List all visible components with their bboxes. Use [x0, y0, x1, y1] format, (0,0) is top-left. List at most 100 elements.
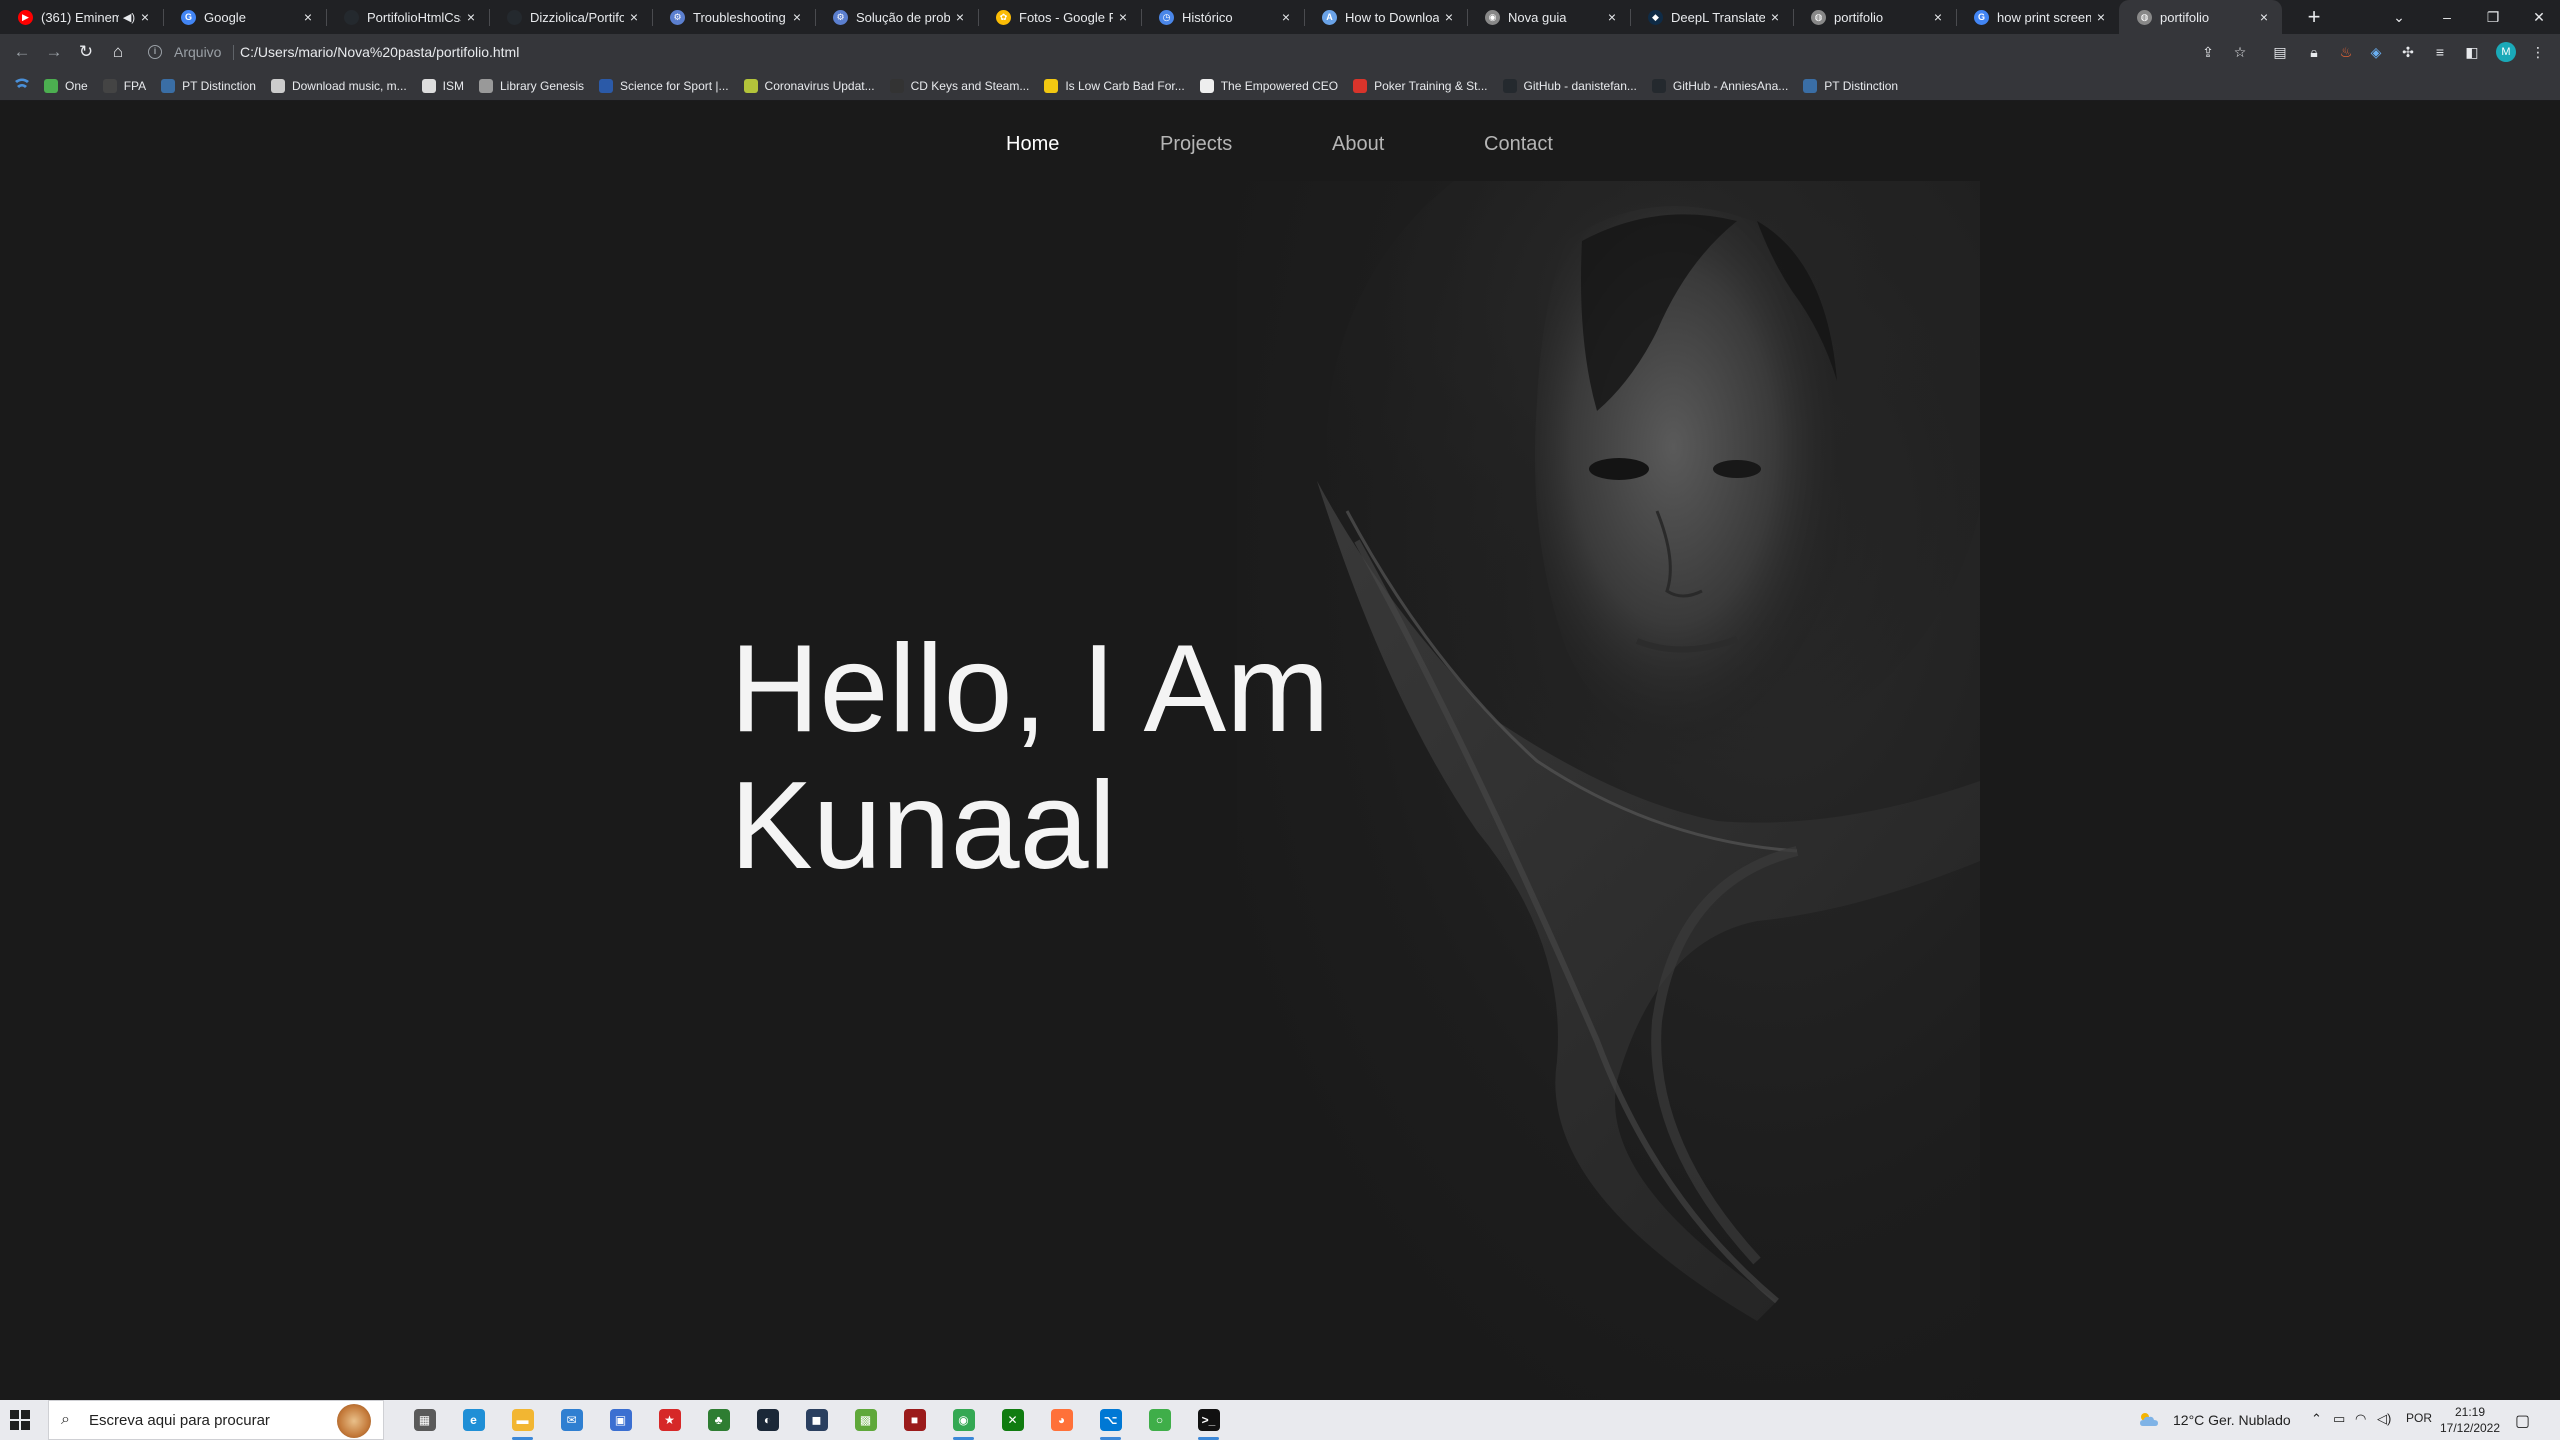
taskbar-app[interactable]: ◼ [792, 1400, 841, 1440]
tab-close-icon[interactable]: × [1767, 9, 1783, 25]
menu-icon[interactable]: ⋮ [2528, 42, 2548, 62]
taskbar-search-box[interactable]: ⌕ Escreva aqui para procurar [48, 1400, 384, 1440]
forward-button[interactable]: → [42, 40, 66, 64]
tab-audio-icon[interactable]: ◀) [123, 11, 135, 24]
browser-tab[interactable]: ◷ Histórico × [1141, 0, 1304, 34]
bookmark-item[interactable]: GitHub - danistefan... [1502, 78, 1637, 93]
taskbar-clock[interactable]: 21:19 17/12/2022 [2438, 1404, 2502, 1436]
tab-close-icon[interactable]: × [300, 9, 316, 25]
browser-tab[interactable]: ◆ DeepL Translate - × [1630, 0, 1793, 34]
browser-tab[interactable]: Dizziolica/Portifolio× [489, 0, 652, 34]
puzzle-icon[interactable]: ✣ [2398, 42, 2418, 62]
taskbar-app[interactable]: ⌥ [1086, 1400, 1135, 1440]
weather-text[interactable]: 12°C Ger. Nublado [2173, 1412, 2291, 1428]
taskbar-app[interactable]: >_ [1184, 1400, 1233, 1440]
flame-extension-icon[interactable]: ♨ [2336, 42, 2356, 62]
browser-tab[interactable]: ◍ portifolio × [1793, 0, 1956, 34]
new-tab-button[interactable]: + [2302, 5, 2326, 29]
apps-icon[interactable] [14, 78, 30, 92]
taskbar-app[interactable]: ★ [645, 1400, 694, 1440]
search-highlight-icon[interactable] [337, 1404, 371, 1438]
bookmark-item[interactable]: Poker Training & St... [1353, 78, 1488, 93]
tab-close-icon[interactable]: × [952, 9, 968, 25]
browser-tab[interactable]: A How to Download × [1304, 0, 1467, 34]
bookmark-item[interactable]: GitHub - AnniesAna... [1651, 78, 1788, 93]
reading-list-icon[interactable]: ≡ [2430, 42, 2450, 62]
notifications-icon[interactable]: ▢ [2515, 1411, 2530, 1431]
bookmark-item[interactable]: Science for Sport |... [599, 78, 729, 93]
tab-close-icon[interactable]: × [1278, 9, 1294, 25]
taskbar-app[interactable]: ▩ [841, 1400, 890, 1440]
browser-tab[interactable]: ◉ Nova guia × [1467, 0, 1630, 34]
home-button[interactable]: ⌂ [106, 40, 130, 64]
browser-tab[interactable]: ⚙ Solução de proble× [815, 0, 978, 34]
nav-projects-link[interactable]: Projects [1160, 133, 1232, 156]
network-icon[interactable]: ▭ [2333, 1411, 2345, 1427]
tab-close-icon[interactable]: × [2256, 9, 2272, 25]
bookmark-item[interactable]: One [44, 78, 88, 93]
share-icon[interactable]: ⇪ [2198, 42, 2218, 62]
profile-avatar[interactable]: M [2496, 42, 2516, 62]
browser-tab[interactable]: PortifolioHtmlCss/× [326, 0, 489, 34]
site-info-icon[interactable]: i [148, 45, 162, 59]
vpn-extension-icon[interactable]: ◈ [2366, 42, 2386, 62]
taskbar-app[interactable]: ✉ [547, 1400, 596, 1440]
weather-cloud-icon[interactable] [2138, 1410, 2160, 1428]
bookmark-item[interactable]: Library Genesis [479, 78, 584, 93]
side-panel-icon[interactable]: ◧ [2462, 42, 2482, 62]
windows-start-icon[interactable] [10, 1410, 30, 1430]
bookmark-item[interactable]: PT Distinction [1803, 78, 1898, 93]
tab-close-icon[interactable]: × [2093, 9, 2109, 25]
bookmark-item[interactable]: Is Low Carb Bad For... [1044, 78, 1185, 93]
browser-tab[interactable]: ▶ (361) Eminem ◀) × [0, 0, 163, 34]
back-button[interactable]: ← [10, 40, 34, 64]
nav-contact-link[interactable]: Contact [1484, 133, 1553, 156]
tab-close-icon[interactable]: × [1441, 9, 1457, 25]
browser-tab[interactable]: G Google × [163, 0, 326, 34]
browser-tab[interactable]: ◍ portifolio × [2119, 0, 2282, 34]
close-window-button[interactable]: ✕ [2518, 0, 2560, 34]
tab-close-icon[interactable]: × [1604, 9, 1620, 25]
taskbar-app[interactable]: ▦ [400, 1400, 449, 1440]
address-url[interactable]: C:/Users/mario/Nova%20pasta/portifolio.h… [240, 44, 519, 60]
tab-close-icon[interactable]: × [1930, 9, 1946, 25]
browser-tab[interactable]: Ghow print screen w× [1956, 0, 2119, 34]
tab-close-icon[interactable]: × [137, 9, 153, 25]
taskbar-app[interactable]: ■ [890, 1400, 939, 1440]
volume-icon[interactable]: ◁) [2377, 1411, 2391, 1427]
taskbar-app[interactable]: ○ [1135, 1400, 1184, 1440]
taskbar-app[interactable]: ♣ [694, 1400, 743, 1440]
wifi-icon[interactable]: ◠ [2355, 1411, 2366, 1427]
taskbar-app[interactable]: ◉ [939, 1400, 988, 1440]
taskbar-app[interactable]: ◐ [743, 1400, 792, 1440]
minimize-button[interactable]: – [2426, 0, 2468, 34]
bookmark-item[interactable]: Download music, m... [270, 78, 407, 93]
bookmark-item[interactable]: PT Distinction [161, 78, 256, 93]
lock-extension-icon[interactable]: 🔒︎ [2304, 42, 2324, 62]
bookmark-item[interactable]: Coronavirus Updat... [743, 78, 875, 93]
browser-tab[interactable]: ⚙ Troubleshooting li × [652, 0, 815, 34]
taskbar-app[interactable]: e [449, 1400, 498, 1440]
browser-tab[interactable]: ✿ Fotos - Google Fo× [978, 0, 1141, 34]
show-hidden-icons-icon[interactable]: ⌃ [2311, 1411, 2322, 1427]
nav-about-link[interactable]: About [1332, 133, 1384, 156]
taskbar-app[interactable]: ▬ [498, 1400, 547, 1440]
bookmark-item[interactable]: The Empowered CEO [1199, 78, 1338, 93]
bookmark-item[interactable]: ISM [421, 78, 464, 93]
bookmark-item[interactable]: FPA [102, 78, 146, 93]
tab-close-icon[interactable]: × [1115, 9, 1131, 25]
extension-icon[interactable]: ▤ [2270, 42, 2290, 62]
tab-close-icon[interactable]: × [789, 9, 805, 25]
tab-close-icon[interactable]: × [463, 9, 479, 25]
taskbar-app[interactable]: ◕ [1037, 1400, 1086, 1440]
taskbar-app[interactable]: ✕ [988, 1400, 1037, 1440]
bookmark-star-icon[interactable]: ☆ [2230, 42, 2250, 62]
reload-button[interactable]: ↻ [74, 40, 98, 64]
tab-close-icon[interactable]: × [626, 9, 642, 25]
bookmark-item[interactable]: CD Keys and Steam... [889, 78, 1029, 93]
tab-search-icon[interactable]: ⌄ [2384, 0, 2414, 34]
nav-home-link[interactable]: Home [1006, 133, 1059, 156]
restore-button[interactable]: ❐ [2472, 0, 2514, 34]
language-indicator[interactable]: POR [2406, 1411, 2432, 1425]
taskbar-app[interactable]: ▣ [596, 1400, 645, 1440]
